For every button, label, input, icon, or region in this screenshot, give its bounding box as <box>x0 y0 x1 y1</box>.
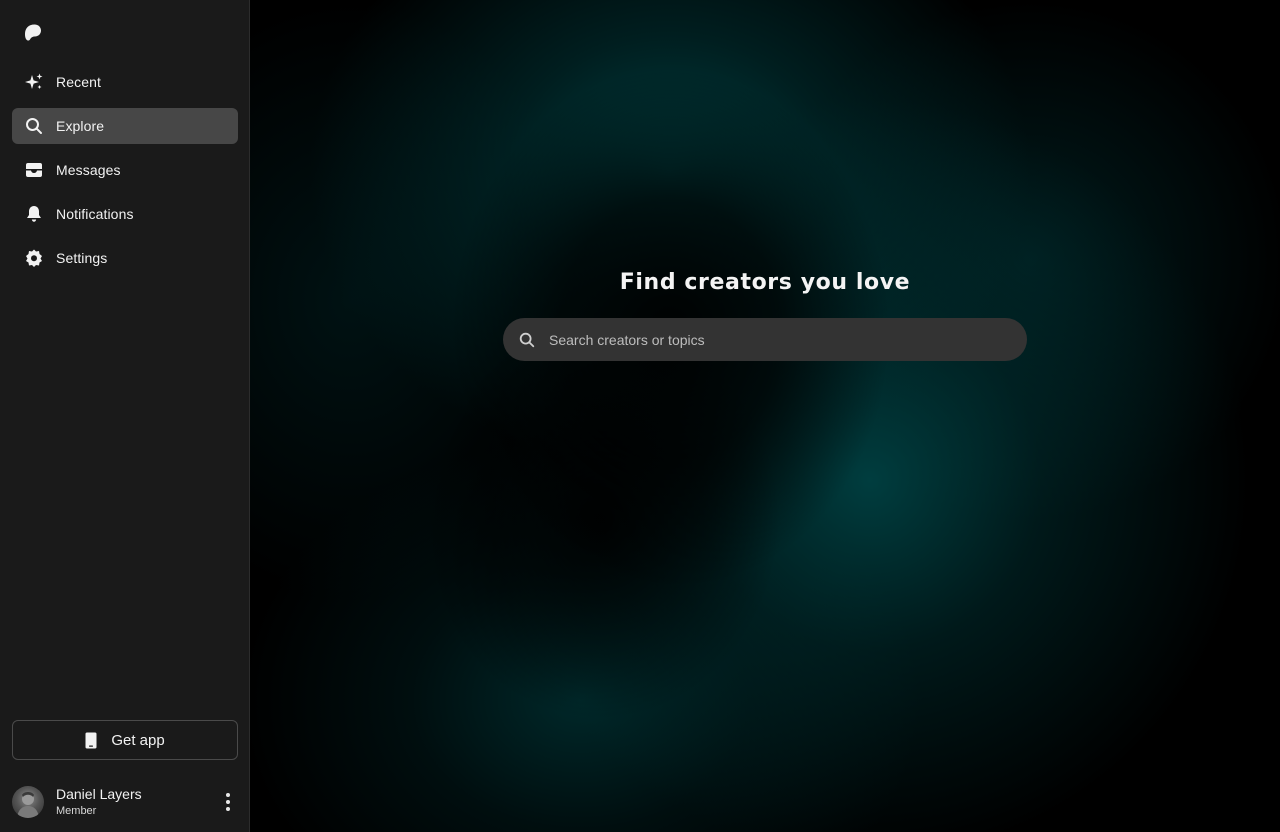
get-app-label: Get app <box>111 731 165 749</box>
sidebar-item-notifications[interactable]: Notifications <box>12 196 238 232</box>
sidebar-item-recent[interactable]: Recent <box>12 64 238 100</box>
user-info: Daniel Layers Member <box>56 785 218 819</box>
inbox-icon <box>24 160 44 180</box>
user-name: Daniel Layers <box>56 786 142 802</box>
page-title: Find creators you love <box>619 270 911 295</box>
search-input[interactable] <box>549 331 1027 348</box>
sidebar-item-label: Explore <box>56 118 105 134</box>
sidebar-item-settings[interactable]: Settings <box>12 240 238 276</box>
sidebar: Recent Explore Messages Notifications Se… <box>0 0 250 832</box>
sidebar-item-explore[interactable]: Explore <box>12 108 238 144</box>
bell-icon <box>24 204 44 224</box>
sidebar-item-label: Settings <box>56 250 108 266</box>
explore-main: Find creators you love <box>250 0 1280 832</box>
user-role: Member <box>56 805 97 817</box>
sidebar-item-label: Messages <box>56 162 121 178</box>
search-icon <box>24 116 44 136</box>
sidebar-item-messages[interactable]: Messages <box>12 152 238 188</box>
more-options-icon[interactable] <box>218 788 238 816</box>
user-profile[interactable]: Daniel Layers Member <box>12 784 238 820</box>
phone-icon <box>85 731 101 749</box>
gear-icon <box>24 248 44 268</box>
avatar[interactable] <box>12 786 44 818</box>
sidebar-item-label: Notifications <box>56 206 134 222</box>
sidebar-nav: Recent Explore Messages Notifications Se… <box>12 64 238 284</box>
search-bar[interactable] <box>503 318 1027 361</box>
sparkle-icon <box>24 72 44 92</box>
search-icon <box>518 330 538 350</box>
app-window: Recent Explore Messages Notifications Se… <box>0 0 1280 832</box>
sidebar-item-label: Recent <box>56 74 101 90</box>
get-app-button[interactable]: Get app <box>12 720 238 760</box>
patreon-logo-icon[interactable] <box>24 23 42 41</box>
